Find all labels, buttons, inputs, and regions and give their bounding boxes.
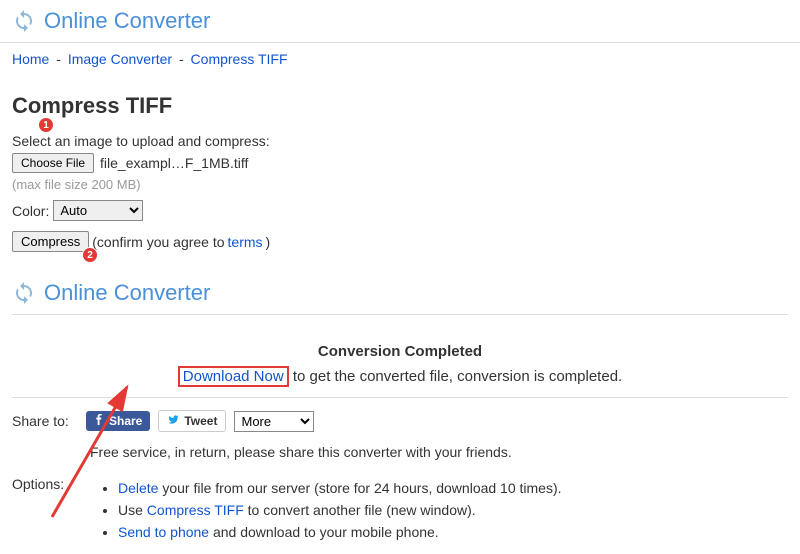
delete-link[interactable]: Delete (118, 480, 158, 496)
facebook-share-button[interactable]: Share (86, 411, 150, 431)
breadcrumb: Home - Image Converter - Compress TIFF (0, 43, 800, 75)
twitter-share-label: Tweet (184, 414, 217, 428)
download-now-link[interactable]: Download Now (183, 368, 284, 385)
download-row: Download Now to get the converted file, … (12, 366, 788, 387)
list-item: Send to phone and download to your mobil… (118, 524, 562, 540)
site-title-2[interactable]: Online Converter (44, 280, 210, 306)
confirm-prefix: (confirm you agree to (92, 234, 224, 250)
step-badge-2: 2 (82, 247, 98, 263)
compress-row: Compress (confirm you agree to terms) (12, 231, 788, 252)
site-title[interactable]: Online Converter (44, 8, 210, 34)
list-item: Delete your file from our server (store … (118, 480, 562, 496)
selected-file-name: file_exampl…F_1MB.tiff (100, 155, 248, 171)
more-share-select[interactable]: More (234, 411, 314, 432)
share-note: Free service, in return, please share th… (90, 444, 788, 460)
conversion-completed-title: Conversion Completed (12, 343, 788, 360)
download-highlight: Download Now (178, 366, 289, 387)
refresh-icon (12, 281, 36, 305)
delete-rest: your file from our server (store for 24 … (158, 480, 561, 496)
share-row: Share to: Share Tweet More (12, 410, 788, 432)
list-item: Use Compress TIFF to convert another fil… (118, 502, 562, 518)
twitter-icon (167, 414, 180, 428)
page-title: Compress TIFF (12, 93, 788, 119)
send-rest: and download to your mobile phone. (209, 524, 439, 540)
share-label: Share to: (12, 413, 78, 429)
site-header: Online Converter (0, 0, 800, 43)
use-prefix: Use (118, 502, 147, 518)
facebook-share-label: Share (109, 414, 142, 428)
breadcrumb-sep: - (179, 51, 184, 67)
file-row: Choose File file_exampl…F_1MB.tiff (12, 153, 788, 173)
breadcrumb-image-converter[interactable]: Image Converter (68, 51, 172, 67)
send-to-phone-link[interactable]: Send to phone (118, 524, 209, 540)
result-section: Online Converter Conversion Completed Do… (12, 272, 788, 546)
breadcrumb-home[interactable]: Home (12, 51, 49, 67)
main-content: Compress TIFF 1 2 Select an image to upl… (0, 75, 800, 554)
twitter-share-button[interactable]: Tweet (158, 410, 226, 432)
color-select[interactable]: Auto (53, 200, 143, 221)
result-block: Conversion Completed Download Now to get… (12, 333, 788, 398)
color-row: Color: Auto (12, 200, 788, 221)
step-badge-1: 1 (38, 117, 54, 133)
facebook-icon (94, 414, 105, 428)
options-row: Options: Delete your file from our serve… (12, 474, 788, 546)
use-rest: to convert another file (new window). (244, 502, 476, 518)
site-header-2: Online Converter (12, 272, 788, 315)
refresh-icon (12, 9, 36, 33)
breadcrumb-sep: - (56, 51, 61, 67)
terms-link[interactable]: terms (228, 234, 263, 250)
color-label: Color: (12, 203, 49, 219)
compress-tiff-link[interactable]: Compress TIFF (147, 502, 244, 518)
max-size-hint: (max file size 200 MB) (12, 177, 788, 192)
options-list: Delete your file from our server (store … (118, 474, 562, 546)
compress-button[interactable]: Compress (12, 231, 89, 252)
options-label: Options: (12, 474, 78, 492)
choose-file-button[interactable]: Choose File (12, 153, 94, 173)
confirm-suffix: ) (266, 234, 271, 250)
breadcrumb-compress-tiff[interactable]: Compress TIFF (191, 51, 288, 67)
select-label: Select an image to upload and compress: (12, 133, 788, 149)
download-suffix: to get the converted file, conversion is… (289, 368, 623, 385)
